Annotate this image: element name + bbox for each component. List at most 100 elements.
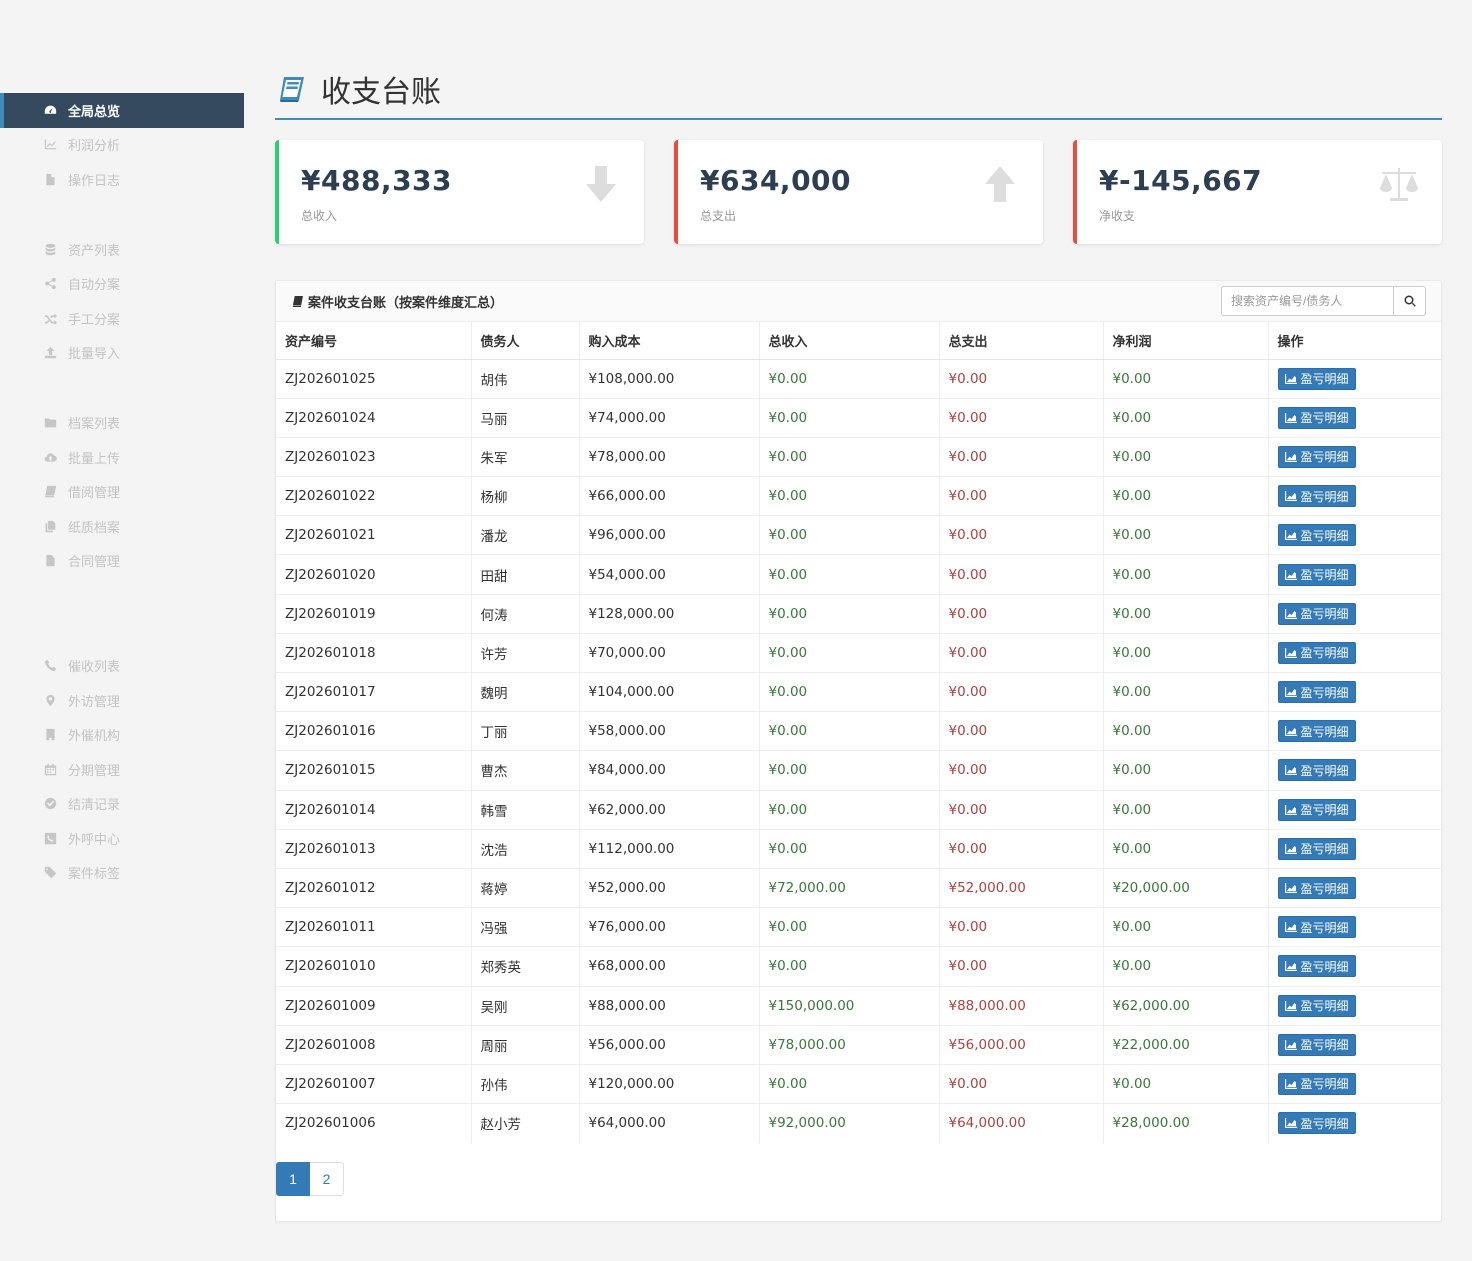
sidebar-item-upload[interactable]: 批量导入 xyxy=(0,336,244,371)
sidebar-item-random[interactable]: 手工分案 xyxy=(0,301,244,336)
profit-detail-button[interactable]: 盈亏明细 xyxy=(1277,1072,1356,1095)
sidebar-item-cloud-upload[interactable]: 批量上传 xyxy=(0,440,244,475)
sidebar-item-phone-square[interactable]: 外呼中心 xyxy=(0,821,244,856)
profit-cell: ¥0.00 xyxy=(1103,1063,1269,1104)
search-input[interactable] xyxy=(1221,286,1393,316)
action-cell: 盈亏明细 xyxy=(1268,1063,1442,1104)
profit-detail-button[interactable]: 盈亏明细 xyxy=(1277,1112,1356,1135)
sidebar-item-file[interactable]: 操作日志 xyxy=(0,162,244,197)
profit-detail-button[interactable]: 盈亏明细 xyxy=(1277,524,1356,547)
button-label: 盈亏明细 xyxy=(1300,881,1349,896)
profit-cell: ¥20,000.00 xyxy=(1103,867,1269,908)
book-icon xyxy=(292,295,303,307)
cost-cell: ¥52,000.00 xyxy=(579,867,760,908)
income-cell: ¥0.00 xyxy=(759,1063,940,1104)
profit-cell: ¥0.00 xyxy=(1103,750,1269,791)
table-header-row: 资产编号 债务人 购入成本 总收入 总支出 净利润 操作 xyxy=(276,322,1442,360)
sidebar-item-building[interactable]: 外催机构 xyxy=(0,717,244,752)
table-row: ZJ202601016 丁丽 ¥58,000.00 ¥0.00 ¥0.00 ¥0.00 盈亏… xyxy=(276,711,1442,751)
sidebar-item-label: 借阅管理 xyxy=(68,485,121,501)
action-cell: 盈亏明细 xyxy=(1268,907,1442,947)
sidebar-item-folder[interactable]: 档案列表 xyxy=(0,405,244,440)
table-row: ZJ202601008 周丽 ¥56,000.00 ¥78,000.00 ¥56,000… xyxy=(276,1024,1442,1065)
cost-cell: ¥76,000.00 xyxy=(579,907,760,947)
profit-detail-button[interactable]: 盈亏明细 xyxy=(1277,445,1356,468)
sidebar-item-tags[interactable]: 案件标签 xyxy=(0,856,244,891)
sidebar-item-dashboard[interactable]: 全局总览 xyxy=(0,93,244,128)
page-2-button[interactable]: 2 xyxy=(310,1162,344,1196)
cost-cell: ¥104,000.00 xyxy=(579,671,760,712)
cost-cell: ¥84,000.00 xyxy=(579,750,760,791)
profit-detail-button[interactable]: 盈亏明细 xyxy=(1277,641,1356,664)
table-row: ZJ202601007 孙伟 ¥120,000.00 ¥0.00 ¥0.00 ¥0.00 盈… xyxy=(276,1063,1442,1104)
column-header: 总收入 xyxy=(759,322,940,360)
profit-detail-button[interactable]: 盈亏明细 xyxy=(1277,955,1356,978)
profit-detail-button[interactable]: 盈亏明细 xyxy=(1277,916,1356,939)
button-label: 盈亏明细 xyxy=(1300,1116,1349,1131)
area-chart-icon xyxy=(1284,1118,1297,1129)
income-cell: ¥78,000.00 xyxy=(759,1024,940,1065)
cost-cell: ¥66,000.00 xyxy=(579,476,760,516)
profit-detail-button[interactable]: 盈亏明细 xyxy=(1277,994,1356,1017)
area-chart-icon xyxy=(1284,765,1297,776)
profit-detail-button[interactable]: 盈亏明细 xyxy=(1277,798,1356,821)
cost-cell: ¥62,000.00 xyxy=(579,789,760,830)
cost-cell: ¥88,000.00 xyxy=(579,985,760,1026)
summary-label: 净收支 xyxy=(1099,209,1136,223)
search-button[interactable] xyxy=(1393,286,1426,316)
expense-cell: ¥52,000.00 xyxy=(939,867,1104,908)
profit-detail-button[interactable]: 盈亏明细 xyxy=(1277,563,1356,586)
action-cell: 盈亏明细 xyxy=(1268,515,1442,555)
sidebar-item-label: 外访管理 xyxy=(68,693,121,709)
table-row: ZJ202601011 冯强 ¥76,000.00 ¥0.00 ¥0.00 ¥0.00 盈亏… xyxy=(276,907,1442,947)
asset-id-cell: ZJ202601009 xyxy=(276,985,472,1026)
profit-detail-button[interactable]: 盈亏明细 xyxy=(1277,406,1356,429)
sidebar-item-file-text[interactable]: 合同管理 xyxy=(0,544,244,579)
sidebar-item-database[interactable]: 资产列表 xyxy=(0,232,244,267)
profit-detail-button[interactable]: 盈亏明细 xyxy=(1277,720,1356,743)
book-icon xyxy=(42,484,58,500)
sidebar-item-line-chart[interactable]: 利润分析 xyxy=(0,128,244,163)
profit-cell: ¥62,000.00 xyxy=(1103,985,1269,1026)
page-1-button[interactable]: 1 xyxy=(276,1162,310,1196)
area-chart-icon xyxy=(1284,451,1297,462)
sidebar-item-label: 外呼中心 xyxy=(68,831,121,847)
profit-detail-button[interactable]: 盈亏明细 xyxy=(1277,877,1356,900)
table-row: ZJ202601024 马丽 ¥74,000.00 ¥0.00 ¥0.00 ¥0.00 盈亏… xyxy=(276,397,1442,438)
profit-detail-button[interactable]: 盈亏明细 xyxy=(1277,367,1356,390)
cost-cell: ¥120,000.00 xyxy=(579,1063,760,1104)
income-cell: ¥92,000.00 xyxy=(759,1103,940,1143)
area-chart-icon xyxy=(1284,1000,1297,1011)
sidebar-item-calendar[interactable]: 分期管理 xyxy=(0,752,244,787)
sidebar-item-phone[interactable]: 催收列表 xyxy=(0,648,244,683)
sidebar-item-label: 催收列表 xyxy=(68,658,121,674)
debtor-cell: 潘龙 xyxy=(471,515,580,555)
panel-header: 案件收支台账（按案件维度汇总） xyxy=(276,281,1441,322)
asset-id-cell: ZJ202601022 xyxy=(276,476,472,516)
button-label: 盈亏明细 xyxy=(1300,528,1349,543)
profit-detail-button[interactable]: 盈亏明细 xyxy=(1277,837,1356,860)
sidebar-item-share[interactable]: 自动分案 xyxy=(0,266,244,301)
button-label: 盈亏明细 xyxy=(1300,920,1349,935)
column-header: 总支出 xyxy=(939,322,1104,360)
profit-detail-button[interactable]: 盈亏明细 xyxy=(1277,681,1356,704)
sidebar-item-book[interactable]: 借阅管理 xyxy=(0,474,244,509)
income-cell: ¥0.00 xyxy=(759,515,940,555)
sidebar-item-label: 档案列表 xyxy=(68,415,121,431)
cost-cell: ¥58,000.00 xyxy=(579,711,760,751)
profit-cell: ¥0.00 xyxy=(1103,671,1269,712)
cost-cell: ¥78,000.00 xyxy=(579,436,760,477)
column-header: 资产编号 xyxy=(276,322,472,360)
income-cell: ¥0.00 xyxy=(759,554,940,595)
profit-detail-button[interactable]: 盈亏明细 xyxy=(1277,759,1356,782)
profit-cell: ¥0.00 xyxy=(1103,554,1269,595)
expense-cell: ¥0.00 xyxy=(939,711,1104,751)
profit-detail-button[interactable]: 盈亏明细 xyxy=(1277,602,1356,625)
profit-detail-button[interactable]: 盈亏明细 xyxy=(1277,1033,1356,1056)
sidebar-item-map-marker[interactable]: 外访管理 xyxy=(0,683,244,718)
sidebar-item-copy[interactable]: 纸质档案 xyxy=(0,509,244,544)
arrow-down-icon xyxy=(578,162,624,208)
sidebar-item-label: 资产列表 xyxy=(68,242,121,258)
sidebar-item-check-circle[interactable]: 结清记录 xyxy=(0,787,244,822)
profit-detail-button[interactable]: 盈亏明细 xyxy=(1277,485,1356,508)
